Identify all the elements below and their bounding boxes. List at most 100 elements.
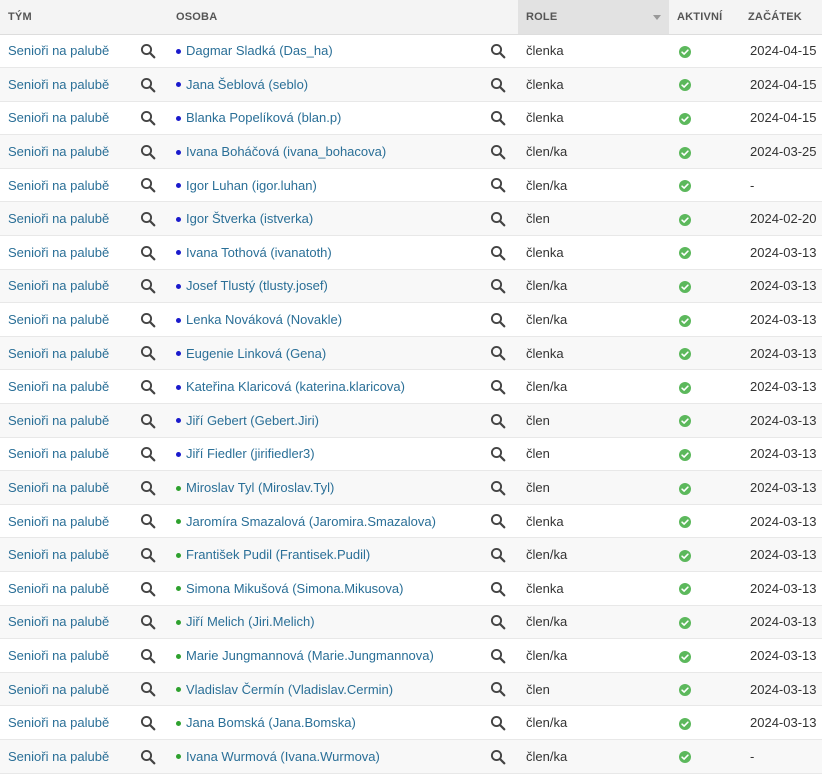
search-icon[interactable] [490, 211, 506, 227]
search-icon[interactable] [490, 715, 506, 731]
team-link[interactable]: Senioři na palubě [8, 43, 109, 58]
person-link[interactable]: Jana Bomská (Jana.Bomska) [186, 715, 356, 730]
team-link[interactable]: Senioři na palubě [8, 278, 109, 293]
team-link[interactable]: Senioři na palubě [8, 178, 109, 193]
search-icon[interactable] [490, 43, 506, 59]
person-link[interactable]: Jaromíra Smazalová (Jaromira.Smazalova) [186, 514, 436, 529]
person-cell: Ivana Boháčová (ivana_bohacova) [168, 134, 478, 169]
team-link[interactable]: Senioři na palubě [8, 480, 109, 495]
search-icon[interactable] [490, 345, 506, 361]
person-search-cell [478, 470, 518, 505]
search-icon[interactable] [140, 379, 156, 395]
column-header-active[interactable]: AKTIVNÍ [669, 0, 740, 35]
search-icon[interactable] [490, 413, 506, 429]
team-link[interactable]: Senioři na palubě [8, 77, 109, 92]
person-link[interactable]: Ivana Boháčová (ivana_bohacova) [186, 144, 386, 159]
search-icon[interactable] [490, 144, 506, 160]
team-link[interactable]: Senioři na palubě [8, 648, 109, 663]
search-icon[interactable] [140, 547, 156, 563]
person-link[interactable]: Kateřina Klaricová (katerina.klaricova) [186, 379, 405, 394]
status-dot-icon [176, 48, 181, 54]
team-link[interactable]: Senioři na palubě [8, 312, 109, 327]
person-link[interactable]: Jiří Gebert (Gebert.Jiri) [186, 413, 319, 428]
person-link[interactable]: Igor Štverka (istverka) [186, 211, 313, 226]
person-link[interactable]: Josef Tlustý (tlusty.josef) [186, 278, 328, 293]
team-link[interactable]: Senioři na palubě [8, 379, 109, 394]
search-icon[interactable] [490, 245, 506, 261]
person-link[interactable]: Jana Šeblová (seblo) [186, 77, 308, 92]
search-icon[interactable] [140, 681, 156, 697]
search-icon[interactable] [140, 110, 156, 126]
team-link[interactable]: Senioři na palubě [8, 413, 109, 428]
search-icon[interactable] [140, 278, 156, 294]
person-link[interactable]: Jiří Fiedler (jirifiedler3) [186, 446, 315, 461]
person-search-cell [478, 705, 518, 740]
search-icon[interactable] [140, 480, 156, 496]
team-link[interactable]: Senioři na palubě [8, 581, 109, 596]
team-link[interactable]: Senioři na palubě [8, 614, 109, 629]
search-icon[interactable] [140, 312, 156, 328]
person-link[interactable]: Dagmar Sladká (Das_ha) [186, 43, 333, 58]
person-link[interactable]: Vladislav Čermín (Vladislav.Cermin) [186, 682, 393, 697]
search-icon[interactable] [140, 749, 156, 765]
search-icon[interactable] [140, 245, 156, 261]
search-icon[interactable] [490, 681, 506, 697]
team-link[interactable]: Senioři na palubě [8, 211, 109, 226]
search-icon[interactable] [490, 749, 506, 765]
column-header-person[interactable]: OSOBA [168, 0, 478, 35]
search-icon[interactable] [140, 715, 156, 731]
team-link[interactable]: Senioři na palubě [8, 749, 109, 764]
search-icon[interactable] [140, 581, 156, 597]
search-icon[interactable] [490, 177, 506, 193]
team-link[interactable]: Senioři na palubě [8, 110, 109, 125]
team-link[interactable]: Senioři na palubě [8, 682, 109, 697]
search-icon[interactable] [140, 211, 156, 227]
person-link[interactable]: Lenka Nováková (Novakle) [186, 312, 342, 327]
search-icon[interactable] [140, 648, 156, 664]
search-icon[interactable] [140, 177, 156, 193]
person-link[interactable]: Eugenie Linková (Gena) [186, 346, 326, 361]
search-icon[interactable] [490, 480, 506, 496]
table-row: Senioři na palubě Miroslav Tyl (Miroslav.… [0, 470, 822, 505]
team-link[interactable]: Senioři na palubě [8, 346, 109, 361]
person-link[interactable]: Ivana Tothová (ivanatoth) [186, 245, 332, 260]
search-icon[interactable] [490, 513, 506, 529]
team-cell: Senioři na palubě [0, 437, 128, 472]
person-link[interactable]: Jiří Melich (Jiri.Melich) [186, 614, 315, 629]
search-icon[interactable] [490, 278, 506, 294]
column-header-team[interactable]: TÝM [0, 0, 128, 35]
person-search-cell [478, 403, 518, 438]
person-link[interactable]: Miroslav Tyl (Miroslav.Tyl) [186, 480, 334, 495]
team-link[interactable]: Senioři na palubě [8, 715, 109, 730]
search-icon[interactable] [490, 110, 506, 126]
team-link[interactable]: Senioři na palubě [8, 514, 109, 529]
person-link[interactable]: Blanka Popelíková (blan.p) [186, 110, 341, 125]
search-icon[interactable] [140, 513, 156, 529]
team-link[interactable]: Senioři na palubě [8, 245, 109, 260]
search-icon[interactable] [140, 413, 156, 429]
team-link[interactable]: Senioři na palubě [8, 547, 109, 562]
person-link[interactable]: František Pudil (Frantisek.Pudil) [186, 547, 370, 562]
search-icon[interactable] [490, 312, 506, 328]
search-icon[interactable] [490, 77, 506, 93]
search-icon[interactable] [490, 379, 506, 395]
search-icon[interactable] [490, 614, 506, 630]
search-icon[interactable] [490, 648, 506, 664]
person-link[interactable]: Marie Jungmannová (Marie.Jungmannova) [186, 648, 434, 663]
search-icon[interactable] [140, 77, 156, 93]
person-link[interactable]: Simona Mikušová (Simona.Mikusova) [186, 581, 403, 596]
column-header-start[interactable]: ZAČÁTEK [740, 0, 822, 35]
search-icon[interactable] [490, 547, 506, 563]
person-link[interactable]: Ivana Wurmová (Ivana.Wurmova) [186, 749, 380, 764]
search-icon[interactable] [140, 144, 156, 160]
search-icon[interactable] [140, 614, 156, 630]
search-icon[interactable] [490, 581, 506, 597]
search-icon[interactable] [140, 43, 156, 59]
team-link[interactable]: Senioři na palubě [8, 144, 109, 159]
person-link[interactable]: Igor Luhan (igor.luhan) [186, 178, 317, 193]
column-header-role[interactable]: ROLE [518, 0, 669, 35]
search-icon[interactable] [140, 345, 156, 361]
search-icon[interactable] [490, 446, 506, 462]
search-icon[interactable] [140, 446, 156, 462]
team-link[interactable]: Senioři na palubě [8, 446, 109, 461]
